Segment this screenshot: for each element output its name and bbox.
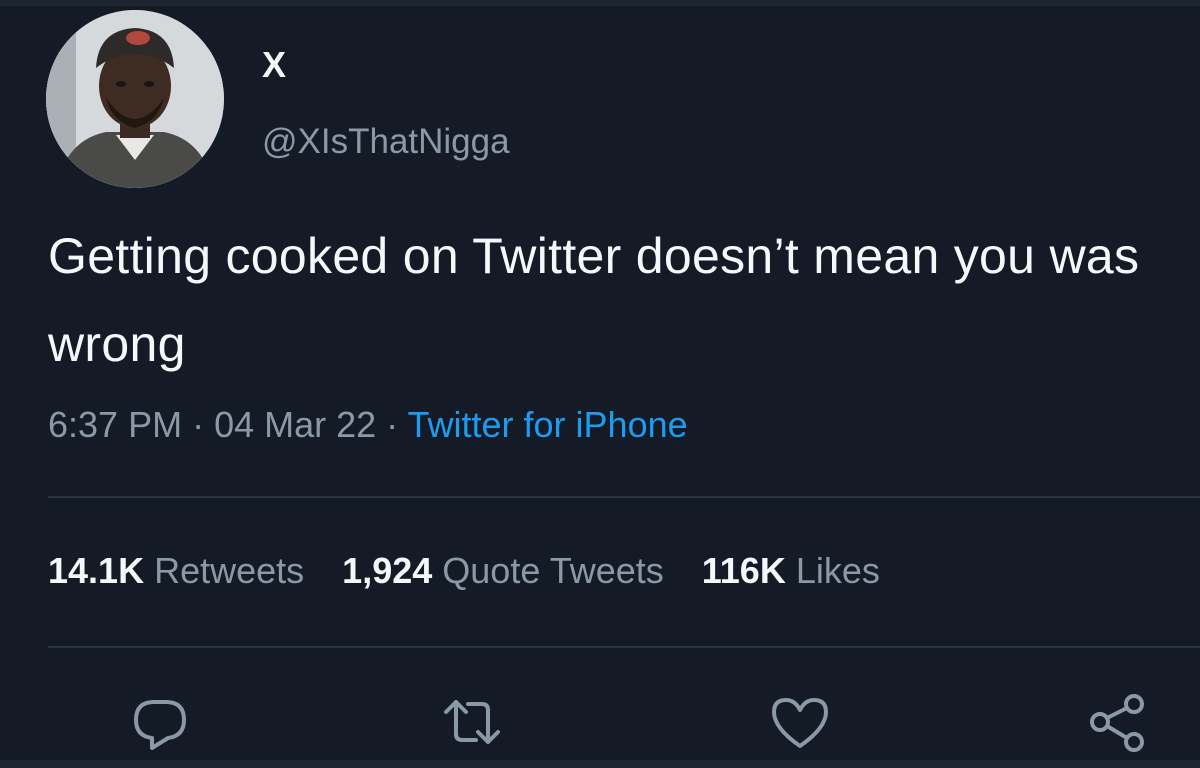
- user-handle[interactable]: @XIsThatNigga: [262, 122, 510, 162]
- reply-icon[interactable]: [128, 690, 192, 754]
- tweet-source-link[interactable]: Twitter for iPhone: [408, 404, 688, 445]
- likes-label: Likes: [795, 550, 880, 591]
- quotes-stat[interactable]: 1,924 Quote Tweets: [342, 550, 664, 591]
- display-name[interactable]: X: [262, 44, 286, 86]
- retweets-label: Retweets: [154, 550, 305, 591]
- action-bar: [0, 690, 1200, 760]
- bottom-border: [0, 760, 1200, 768]
- likes-stat[interactable]: 116K Likes: [702, 550, 880, 591]
- quotes-label: Quote Tweets: [442, 550, 664, 591]
- divider: [48, 646, 1200, 648]
- profile-photo-icon: [46, 10, 224, 188]
- likes-count: 116K: [701, 550, 786, 591]
- retweets-stat[interactable]: 14.1K Retweets: [48, 550, 304, 591]
- quotes-count: 1,924: [342, 550, 433, 591]
- meta-separator: ·: [376, 404, 408, 445]
- tweet-time[interactable]: 6:37 PM: [48, 404, 182, 445]
- tweet-date[interactable]: 04 Mar 22: [214, 404, 376, 445]
- tweet-text: Getting cooked on Twitter doesn’t mean y…: [48, 228, 1140, 372]
- engagement-stats: 14.1K Retweets 1,924 Quote Tweets 116K Lik…: [48, 550, 918, 592]
- tweet-meta: 6:37 PM · 04 Mar 22 · Twitter for iPhone: [48, 404, 688, 446]
- retweet-icon[interactable]: [440, 690, 504, 754]
- tweet-card: X @XIsThatNigga Getting cooked on Twitte…: [0, 0, 1200, 768]
- retweets-count: 14.1K: [48, 550, 145, 591]
- share-icon[interactable]: [1086, 690, 1150, 754]
- like-icon[interactable]: [768, 690, 832, 754]
- top-border: [0, 0, 1200, 6]
- avatar[interactable]: [46, 10, 224, 188]
- meta-separator: ·: [182, 404, 215, 445]
- divider: [48, 496, 1200, 498]
